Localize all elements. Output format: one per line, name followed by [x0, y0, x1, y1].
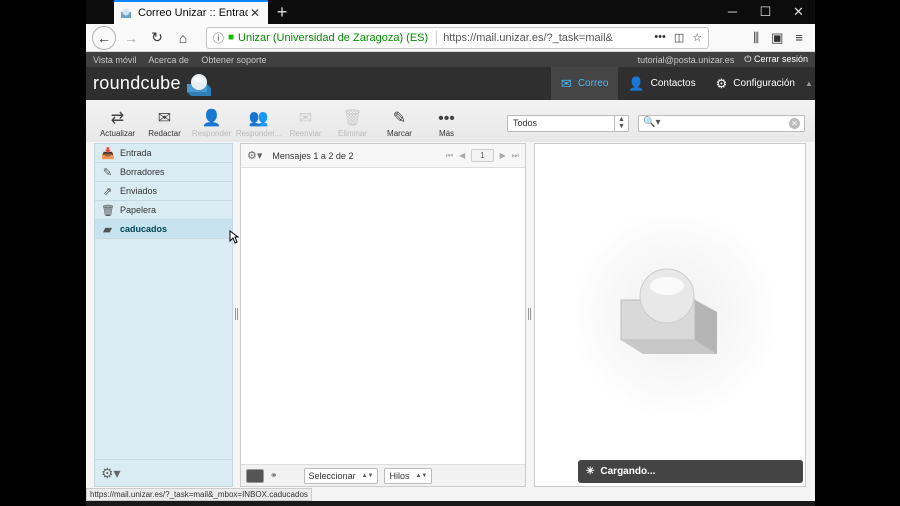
more-button[interactable]: ••• Más	[423, 109, 470, 142]
roundcube-favicon-icon	[121, 8, 131, 18]
gear-icon: ⚙	[715, 75, 728, 91]
next-page-icon[interactable]: ▶	[500, 151, 506, 160]
folder-caducados[interactable]: ▰ caducados	[95, 220, 232, 239]
reload-icon[interactable]: ↻	[146, 27, 168, 49]
forward-button[interactable]: ✉ Reenviar	[282, 109, 329, 142]
task-settings[interactable]: ⚙ Configuración	[706, 67, 805, 100]
reply-all-button[interactable]: 👥 Responder...	[235, 109, 282, 142]
inbox-icon: 📥	[101, 147, 115, 160]
task-contacts[interactable]: 👤 Contactos	[618, 67, 705, 100]
message-count: Mensajes 1 a 2 de 2	[272, 150, 354, 161]
message-list: ⚙▾ Mensajes 1 a 2 de 2 ⏮ ◀ 1 ▶ ⏭ ⚭ Selec…	[240, 143, 526, 487]
page-number[interactable]: 1	[471, 149, 494, 162]
logout-link[interactable]: ⏻ Cerrar sesión	[744, 54, 808, 65]
first-page-icon[interactable]: ⏮	[446, 151, 453, 161]
prev-page-icon[interactable]: ◀	[459, 151, 465, 160]
url-text[interactable]: https://mail.unizar.es/?_task=mail&	[443, 32, 654, 44]
more-icon: •••	[438, 110, 455, 127]
site-identity: Unizar (Universidad de Zaragoza) (ES)	[238, 31, 429, 44]
tab-bar: Correo Unizar :: Entrada ✕ + ─ ☐ ✕	[86, 0, 815, 24]
folder-actions[interactable]: ⚙▾	[95, 459, 232, 486]
reply-all-icon: 👥	[248, 110, 269, 127]
tab-active[interactable]: Correo Unizar :: Entrada ✕	[114, 0, 268, 24]
last-page-icon[interactable]: ⏭	[512, 151, 519, 161]
refresh-button[interactable]: ⇄ Actualizar	[94, 109, 141, 142]
trash-icon: 🗑	[342, 110, 363, 127]
menu-icon[interactable]: ≡	[795, 30, 803, 46]
new-tab-icon[interactable]: +	[268, 0, 296, 24]
list-view-icon[interactable]	[246, 468, 264, 483]
mouse-cursor-icon	[229, 230, 239, 244]
search-icon[interactable]: 🔍▾	[643, 117, 660, 128]
top-line: Vista móvil Acerca de Obtener soporte tu…	[86, 52, 815, 67]
window-controls: ─ ☐ ✕	[716, 0, 815, 24]
roundcube-logo-icon	[186, 73, 211, 96]
pencil-icon: ✎	[102, 166, 113, 179]
search-input[interactable]: 🔍▾ ✕	[638, 115, 805, 132]
compose-icon: ✉	[157, 110, 172, 127]
preview-splitter[interactable]	[528, 308, 531, 320]
reply-button[interactable]: 👤 Responder	[188, 109, 235, 142]
tab-title: Correo Unizar :: Entrada	[138, 7, 248, 19]
forward-icon[interactable]: →	[120, 27, 142, 49]
mark-button[interactable]: ✎ Marcar	[376, 109, 423, 142]
folder-icon: ▰	[103, 223, 112, 236]
page-actions-icon[interactable]: •••	[654, 31, 666, 44]
lock-icon: ■	[228, 32, 235, 43]
folder-trash[interactable]: 🗑 Papelera	[95, 201, 232, 220]
spinner-icon: ✳	[586, 466, 595, 477]
link-mobile-view[interactable]: Vista móvil	[93, 55, 136, 65]
gear-icon: ⚙▾	[101, 464, 121, 481]
mark-icon: ✎	[392, 110, 407, 127]
link-about[interactable]: Acerca de	[148, 55, 189, 65]
preview-pane	[534, 143, 806, 487]
tab-close-icon[interactable]: ✕	[248, 6, 262, 20]
bookmark-star-icon[interactable]: ☆	[692, 31, 702, 44]
browser-window: Correo Unizar :: Entrada ✕ + ─ ☐ ✕ ← → ↻…	[86, 0, 815, 506]
list-options-icon[interactable]: ⚙▾	[247, 149, 262, 162]
folder-drafts[interactable]: ✎ Borradores	[95, 163, 232, 182]
sidebar-icon[interactable]: ▣	[771, 30, 783, 46]
pager: ⏮ ◀ 1 ▶ ⏭	[446, 149, 519, 162]
folder-splitter[interactable]	[235, 308, 238, 320]
url-bar[interactable]: ⓘ ■ Unizar (Universidad de Zaragoza) (ES…	[206, 26, 710, 49]
threads-toggle-icon[interactable]: ⚭	[270, 470, 278, 481]
minimize-icon[interactable]: ─	[716, 0, 749, 24]
back-icon[interactable]: ←	[92, 25, 116, 50]
select-arrows-icon: ▲ ▼	[614, 116, 628, 131]
username: tutorial@posta.unizar.es	[637, 54, 735, 65]
power-icon: ⏻	[744, 54, 752, 64]
close-window-icon[interactable]: ✕	[782, 0, 815, 24]
clear-search-icon[interactable]: ✕	[789, 118, 800, 129]
reply-icon: 👤	[201, 110, 222, 127]
minimize-header-icon[interactable]: ▲	[805, 67, 815, 100]
app-header: roundcube ✉ Correo 👤 Contactos ⚙ Configu…	[86, 67, 815, 100]
select-menu[interactable]: Seleccionar ▲▼	[303, 467, 379, 484]
navigation-bar: ← → ↻ ⌂ ⓘ ■ Unizar (Universidad de Zarag…	[86, 24, 815, 52]
trash-icon: 🗑	[101, 204, 115, 217]
roundcube-logo[interactable]: roundcube	[86, 72, 213, 96]
roundcube-watermark-icon	[620, 268, 717, 354]
link-support[interactable]: Obtener soporte	[201, 55, 266, 65]
sent-icon: ⇗	[102, 185, 113, 198]
maximize-icon[interactable]: ☐	[749, 0, 782, 24]
delete-button[interactable]: 🗑 Eliminar	[329, 109, 376, 142]
person-icon: 👤	[628, 75, 645, 91]
mail-icon: ✉	[560, 75, 572, 91]
loading-message: ✳ Cargando...	[578, 460, 803, 483]
task-mail[interactable]: ✉ Correo	[550, 67, 619, 100]
info-icon[interactable]: ⓘ	[213, 30, 224, 46]
forward-icon: ✉	[298, 110, 313, 127]
refresh-icon: ⇄	[110, 110, 125, 127]
threads-menu[interactable]: Hilos ▲▼	[384, 467, 433, 484]
status-url: https://mail.unizar.es/?_task=mail&_mbox…	[86, 488, 312, 501]
folder-list: 📥 Entrada ✎ Borradores ⇗ Enviados 🗑 Papelera…	[94, 143, 233, 487]
compose-button[interactable]: ✉ Redactar	[141, 109, 188, 142]
home-icon[interactable]: ⌂	[172, 27, 194, 49]
folder-sent[interactable]: ⇗ Enviados	[95, 182, 232, 201]
pocket-icon[interactable]: ◫	[674, 31, 684, 44]
folder-inbox[interactable]: 📥 Entrada	[95, 144, 232, 163]
filter-select[interactable]: Todos ▲ ▼	[507, 115, 629, 132]
library-icon[interactable]: ⫼	[753, 30, 759, 46]
